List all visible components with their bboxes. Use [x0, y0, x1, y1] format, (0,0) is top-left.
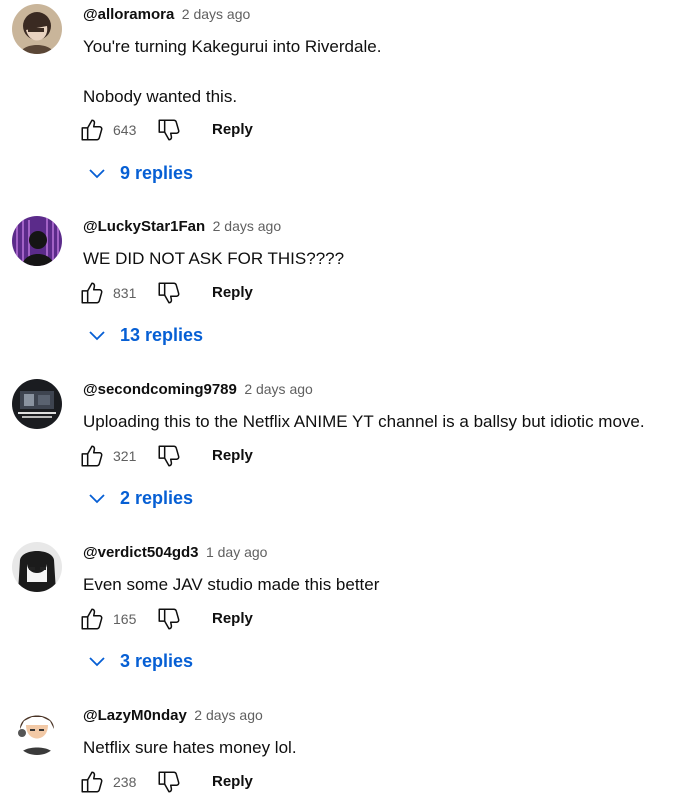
avatar[interactable]	[12, 216, 62, 266]
thumbs-down-icon[interactable]	[156, 280, 182, 306]
thumbs-down-icon[interactable]	[156, 443, 182, 469]
avatar[interactable]	[12, 542, 62, 592]
comment-text: WE DID NOT ASK FOR THIS????	[83, 246, 344, 271]
avatar[interactable]	[12, 705, 62, 755]
thumbs-up-icon[interactable]	[79, 117, 105, 143]
comment-line: Even some JAV studio made this better	[83, 575, 380, 594]
comment-author[interactable]: @verdict504gd3	[83, 544, 199, 561]
replies-label: 13 replies	[120, 325, 204, 345]
chevron-down-icon	[87, 652, 107, 672]
thumbs-down-icon[interactable]	[156, 769, 182, 795]
thumbs-up-icon[interactable]	[79, 280, 105, 306]
comment-author[interactable]: @LuckyStar1Fan	[83, 218, 205, 235]
comment-line: Nobody wanted this.	[83, 87, 238, 106]
thumbs-down-icon[interactable]	[156, 117, 182, 143]
avatar[interactable]	[12, 379, 62, 429]
like-count: 643	[113, 122, 137, 138]
comment-time[interactable]: 1 day ago	[206, 544, 268, 560]
reply-button[interactable]: Reply	[212, 773, 253, 790]
like-count: 238	[113, 774, 137, 790]
comment-author[interactable]: @secondcoming9789	[83, 381, 237, 398]
thumbs-up-icon[interactable]	[79, 443, 105, 469]
replies-label: 2 replies	[120, 488, 194, 508]
comment-author[interactable]: @LazyM0nday	[83, 707, 187, 724]
chevron-down-icon	[87, 164, 107, 184]
thumbs-down-icon[interactable]	[156, 606, 182, 632]
comment-line: Netflix sure hates money lol.	[83, 738, 297, 757]
chevron-down-icon	[87, 489, 107, 509]
reply-button[interactable]: Reply	[212, 447, 253, 464]
avatar[interactable]	[12, 4, 62, 54]
comment-line: You're turning Kakegurui into Riverdale.	[83, 37, 382, 56]
like-count: 165	[113, 611, 137, 627]
thumbs-up-icon[interactable]	[79, 769, 105, 795]
chevron-down-icon	[87, 326, 107, 346]
comment-time[interactable]: 2 days ago	[213, 218, 282, 234]
comment-line: WE DID NOT ASK FOR THIS????	[83, 249, 345, 268]
reply-button[interactable]: Reply	[212, 610, 253, 627]
replies-label: 9 replies	[120, 163, 194, 183]
reply-button[interactable]: Reply	[212, 284, 253, 301]
comment-text: You're turning Kakegurui into Riverdale.…	[83, 34, 381, 109]
comment-text: Even some JAV studio made this better	[83, 572, 379, 597]
like-count: 831	[113, 285, 137, 301]
comment-time[interactable]: 2 days ago	[244, 381, 313, 397]
comment-text: Uploading this to the Netflix ANIME YT c…	[83, 409, 645, 434]
comment-author[interactable]: @alloramora	[83, 6, 174, 23]
comment-line: Uploading this to the Netflix ANIME YT c…	[83, 412, 645, 431]
thumbs-up-icon[interactable]	[79, 606, 105, 632]
comment-time[interactable]: 2 days ago	[182, 6, 251, 22]
like-count: 321	[113, 448, 137, 464]
comment-time[interactable]: 2 days ago	[194, 707, 263, 723]
replies-label: 3 replies	[120, 651, 194, 671]
comment-text: Netflix sure hates money lol.	[83, 735, 297, 760]
reply-button[interactable]: Reply	[212, 121, 253, 138]
